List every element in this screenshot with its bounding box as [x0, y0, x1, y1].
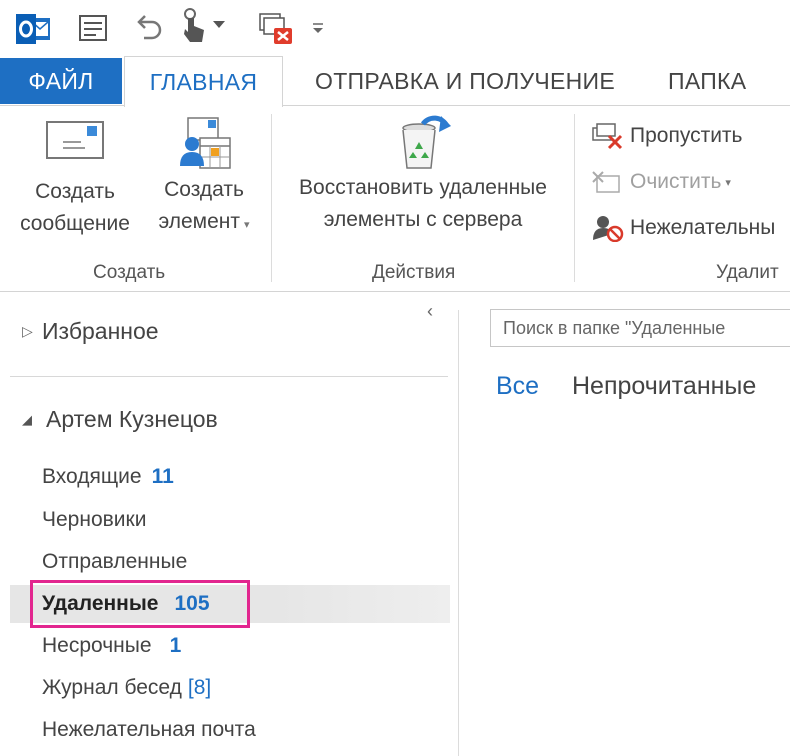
search-input[interactable]: Поиск в папке "Удаленные [490, 309, 790, 347]
group-label-delete: Удалит [716, 262, 779, 283]
account-name: Артем Кузнецов [46, 406, 218, 432]
favorites-header[interactable]: ▷ Избранное [22, 318, 159, 345]
favorites-label: Избранное [42, 318, 159, 344]
pane-divider [458, 310, 459, 756]
folder-drafts[interactable]: Черновики [10, 501, 450, 539]
ribbon-group-separator [271, 114, 272, 282]
restore-label-1: Восстановить удаленные [299, 176, 547, 199]
clean-up-label: Очистить [630, 170, 722, 193]
ignore-button[interactable]: Пропустить [590, 120, 743, 152]
quick-access-toolbar [0, 0, 790, 56]
outlook-logo[interactable] [16, 12, 50, 46]
recycle-bin-icon [402, 115, 451, 169]
tab-folder[interactable]: ПАПКА [668, 56, 746, 106]
tab-send-receive[interactable]: ОТПРАВКА И ПОЛУЧЕНИЕ [315, 56, 615, 106]
search-placeholder: Поиск в папке "Удаленные [503, 317, 726, 338]
chevron-down-icon[interactable]: ▾ [244, 219, 250, 231]
new-message-button[interactable]: Создать сообщение [8, 118, 142, 240]
unread-count: 1 [169, 634, 182, 657]
group-label-create: Создать [93, 262, 166, 283]
unread-count: 105 [174, 592, 210, 615]
folder-label: Входящие [42, 465, 142, 488]
item-count: [8] [187, 676, 212, 699]
folder-clutter[interactable]: Несрочные 1 [10, 627, 450, 665]
filter-unread[interactable]: Непрочитанные [572, 372, 756, 401]
unread-count: 11 [151, 465, 174, 488]
folder-junk[interactable]: Нежелательная почта [10, 711, 450, 749]
folder-deleted[interactable]: Удаленные 105 [10, 585, 450, 623]
folder-label: Несрочные [42, 634, 152, 657]
new-item-label-2: элемент ▾ [148, 206, 260, 241]
expand-arrow-icon[interactable]: ▷ [22, 323, 36, 340]
folder-conversation-history[interactable]: Журнал бесед [8] [10, 669, 450, 707]
touch-mode-icon[interactable] [182, 8, 206, 44]
empty-deleted-icon[interactable] [258, 12, 294, 46]
ignore-label: Пропустить [630, 124, 743, 147]
filter-all[interactable]: Все [496, 372, 539, 401]
folder-label: Отправленные [42, 550, 188, 573]
restore-label-2: элементы с сервера [323, 208, 523, 231]
clean-up-button[interactable]: Очистить ▾ [590, 166, 731, 198]
ribbon-tabs: ФАЙЛ ГЛАВНАЯ ОТПРАВКА И ПОЛУЧЕНИЕ ПАПКА [0, 56, 790, 107]
clean-up-icon [590, 168, 626, 196]
folder-label: Нежелательная почта [42, 718, 256, 741]
folder-label: Удаленные [42, 592, 159, 615]
ignore-icon [590, 122, 626, 150]
account-header[interactable]: ◢ Артем Кузнецов [22, 406, 218, 433]
favorites-divider [10, 376, 448, 377]
message-list-icon[interactable] [78, 14, 108, 44]
ribbon: Создать сообщение Создать элемент ▾ Восс… [0, 106, 790, 292]
new-item-button[interactable]: Создать элемент ▾ [148, 117, 260, 241]
junk-icon [590, 214, 626, 242]
junk-button[interactable]: Нежелательны [590, 212, 775, 244]
ribbon-group-separator [574, 114, 575, 282]
new-item-label-1: Создать [164, 178, 244, 201]
new-item-label-2-text: элемент [158, 210, 240, 233]
collapse-arrow-icon[interactable]: ◢ [22, 412, 36, 428]
folder-label: Журнал бесед [42, 676, 182, 699]
folder-inbox[interactable]: Входящие 11 [10, 458, 450, 496]
restore-deleted-button[interactable]: Восстановить удаленные элементы с сервер… [282, 115, 564, 236]
tab-home[interactable]: ГЛАВНАЯ [124, 56, 283, 107]
group-label-actions: Действия [372, 262, 456, 283]
envelope-icon [46, 121, 104, 159]
tab-file[interactable]: ФАЙЛ [0, 58, 122, 104]
folder-sent[interactable]: Отправленные [10, 543, 450, 581]
new-message-label-1: Создать [35, 180, 115, 203]
customize-qat-icon[interactable] [310, 20, 326, 36]
new-message-label-2: сообщение [20, 212, 130, 235]
undo-icon[interactable] [134, 12, 164, 42]
new-item-icon [180, 117, 231, 169]
collapse-pane-icon[interactable]: ‹ [427, 302, 443, 320]
folder-label: Черновики [42, 508, 147, 531]
dropdown-arrow-icon[interactable] [212, 18, 226, 32]
chevron-down-icon: ▾ [725, 176, 731, 189]
junk-label: Нежелательны [630, 216, 776, 239]
